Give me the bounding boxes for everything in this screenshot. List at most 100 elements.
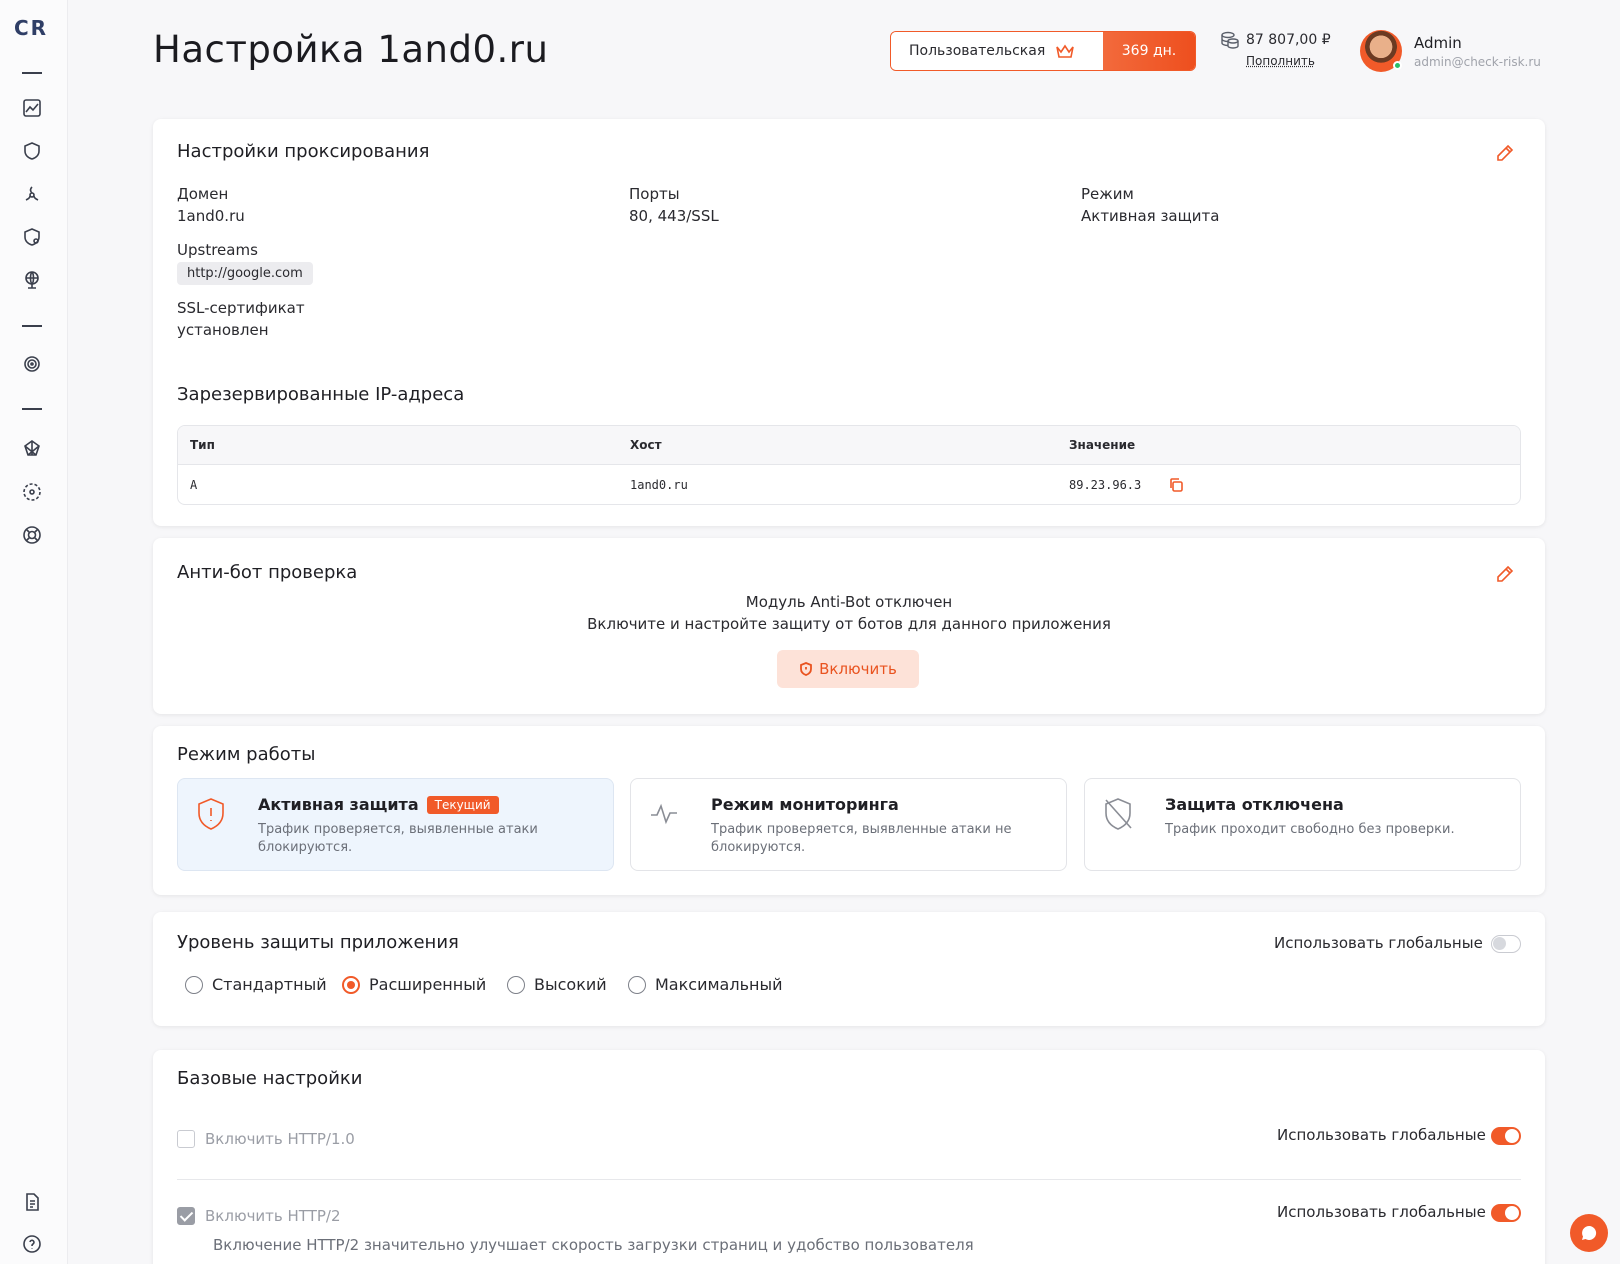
divider [177,1179,1521,1180]
user-name: Admin [1414,34,1541,52]
http10-checkbox[interactable] [177,1130,195,1148]
mode-desc-active: Трафик проверяется, выявленные атаки бло… [258,821,588,857]
radio-circle[interactable] [507,976,525,994]
shield-settings-icon[interactable] [20,225,44,249]
reserved-ip-title: Зарезервированные IP-адреса [177,384,464,405]
column-header-type: Тип [190,438,215,452]
current-badge: Текущий [427,796,499,814]
work-mode-title: Режим работы [177,744,315,765]
mode-title-disabled: Защита отключена [1165,795,1344,814]
proxy-settings-card: Настройки проксирования Домен 1and0.ru П… [153,119,1545,526]
radio-maximum[interactable]: Максимальный [628,975,783,994]
ports-value: 80, 443/SSL [629,207,719,225]
biohazard-circle-icon[interactable] [20,480,44,504]
radio-circle-selected[interactable] [342,976,360,994]
user-profile[interactable]: Admin admin@check-risk.ru [1360,30,1541,72]
proxy-settings-title: Настройки проксирования [177,141,429,162]
radio-high[interactable]: Высокий [507,975,607,994]
protection-level-title: Уровень защиты приложения [177,932,459,953]
crown-icon [1055,43,1075,59]
mode-label: Режим [1081,185,1134,203]
coins-icon [1220,30,1240,50]
antibot-status: Модуль Anti-Bot отключен [153,593,1545,611]
dashboard-chart-icon[interactable] [20,96,44,120]
http2-use-global-label: Использовать глобальные [1277,1203,1486,1221]
balance: 87 807,00 ₽ Пополнить [1220,30,1331,68]
lifebuoy-icon[interactable] [20,523,44,547]
edit-pencil-icon[interactable] [1495,143,1515,163]
mode-title-monitoring: Режим мониторинга [711,795,899,814]
topup-link[interactable]: Пополнить [1246,54,1331,68]
radio-circle[interactable] [628,976,646,994]
basic-settings-card: Базовые настройки Включить HTTP/1.0 Испо… [153,1050,1545,1264]
shield-alert-icon [196,797,226,831]
edit-pencil-icon[interactable] [1495,564,1515,584]
radio-standard[interactable]: Стандартный [185,975,327,994]
radio-label-extended: Расширенный [369,975,486,994]
setting-http2: Включить HTTP/2 [177,1207,341,1225]
plan-name: Пользовательская [909,43,1045,59]
mode-value: Активная защита [1081,207,1219,225]
basic-settings-title: Базовые настройки [177,1068,362,1089]
plan-badge[interactable]: Пользовательская 369 дн. [890,31,1196,71]
shield-icon[interactable] [20,139,44,163]
ports-label: Порты [629,185,680,203]
mode-desc-monitoring: Трафик проверяется, выявленные атаки не … [711,821,1041,857]
ssl-label: SSL-сертификат [177,299,305,317]
http10-use-global-toggle[interactable] [1491,1127,1521,1145]
sidebar-divider [22,325,42,327]
sidebar-divider [22,408,42,410]
biohazard-icon[interactable] [20,182,44,206]
balance-amount: 87 807,00 ₽ [1246,32,1331,48]
antibot-title: Анти-бот проверка [177,562,357,583]
upstreams-label: Upstreams [177,241,258,259]
shield-off-icon [1103,797,1133,831]
ssl-value: установлен [177,321,269,339]
avatar[interactable] [1360,30,1402,72]
plan-days[interactable]: 369 дн. [1103,32,1195,70]
online-status-dot [1393,61,1402,70]
radio-label-standard: Стандартный [212,975,327,994]
network-star-icon[interactable] [20,437,44,461]
mode-option-active[interactable]: Активная защита Текущий Трафик проверяетс… [177,778,614,871]
reserved-ip-table: Тип Хост Значение A 1and0.ru 89.23.96.3 [177,425,1521,505]
enable-button-label: Включить [819,660,897,678]
radio-extended[interactable]: Расширенный [342,975,486,994]
http10-use-global-label: Использовать глобальные [1277,1126,1486,1144]
logo[interactable]: CR [14,16,48,40]
cell-value: 89.23.96.3 [1069,478,1141,492]
table-row: A 1and0.ru 89.23.96.3 [178,465,1520,505]
column-header-host: Хост [630,438,662,452]
http2-checkbox[interactable] [177,1207,195,1225]
pulse-icon [649,797,679,831]
upstream-chip: http://google.com [177,262,313,285]
shield-icon [799,662,813,676]
chat-button[interactable] [1570,1214,1608,1252]
plan-name-box[interactable]: Пользовательская [891,32,1103,70]
document-icon[interactable] [20,1190,44,1214]
sidebar-divider [22,72,42,74]
help-icon[interactable] [20,1232,44,1256]
enable-antibot-button[interactable]: Включить [777,650,919,688]
use-global-toggle[interactable] [1491,935,1521,953]
copy-icon[interactable] [1168,477,1184,493]
radio-label-maximum: Максимальный [655,975,783,994]
globe-network-icon[interactable] [20,268,44,292]
page-title: Настройка 1and0.ru [153,28,548,71]
antibot-card: Анти-бот проверка Модуль Anti-Bot отключ… [153,538,1545,714]
antibot-hint: Включите и настройте защиту от ботов для… [153,615,1545,633]
mode-option-disabled[interactable]: Защита отключена Трафик проходит свободн… [1084,778,1521,871]
fingerprint-icon[interactable] [20,352,44,376]
cell-type: A [190,478,197,492]
mode-option-monitoring[interactable]: Режим мониторинга Трафик проверяется, вы… [630,778,1067,871]
radio-circle[interactable] [185,976,203,994]
http2-use-global-toggle[interactable] [1491,1204,1521,1222]
http2-description: Включение HTTP/2 значительно улучшает ск… [213,1236,974,1254]
cell-host: 1and0.ru [630,478,688,492]
table-header: Тип Хост Значение [178,426,1520,465]
column-header-value: Значение [1069,438,1135,452]
chat-bubble-icon [1581,1225,1597,1241]
mode-title-active: Активная защита [258,795,419,814]
setting-http10: Включить HTTP/1.0 [177,1130,355,1148]
domain-label: Домен [177,185,228,203]
